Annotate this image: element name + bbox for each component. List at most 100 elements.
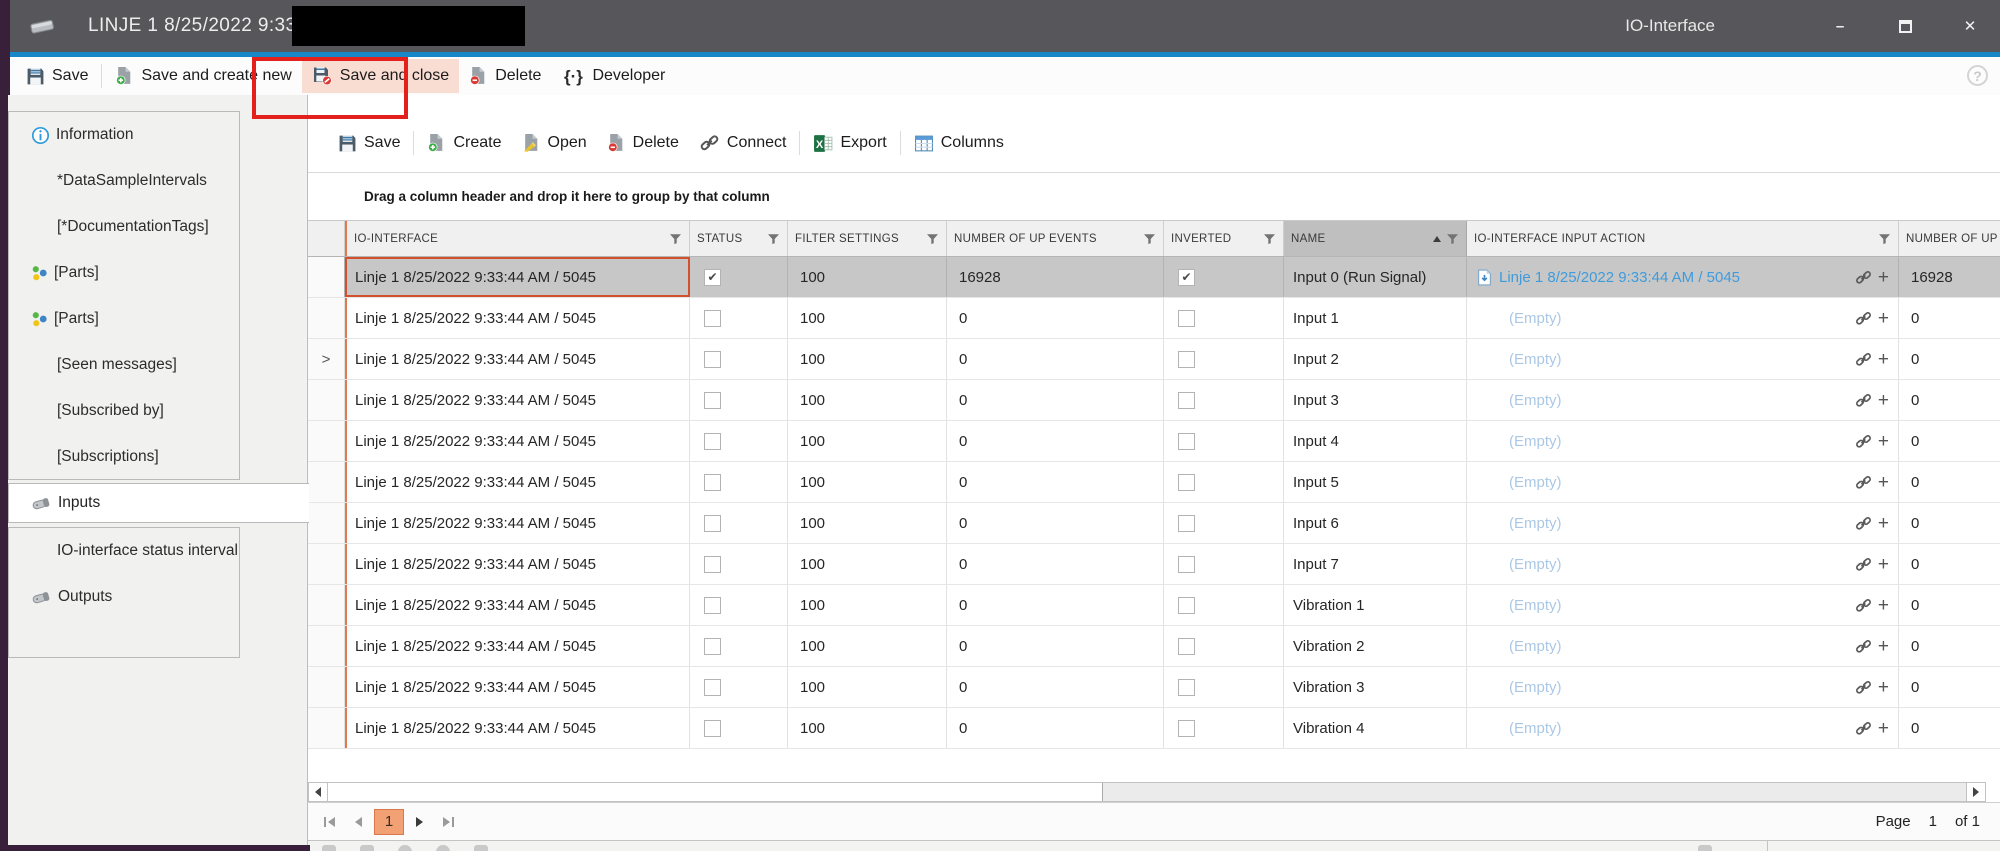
table-row[interactable]: Linje 1 8/25/2022 9:33:44 AM / 50451000I… <box>308 298 2000 339</box>
maximize-button[interactable] <box>1883 0 1927 52</box>
cell-io-interface[interactable]: Linje 1 8/25/2022 9:33:44 AM / 5045 <box>345 626 690 666</box>
column-header-inverted[interactable]: INVERTED <box>1164 221 1284 256</box>
inverted-checkbox[interactable] <box>1178 269 1195 286</box>
link-icon[interactable] <box>1855 474 1872 491</box>
sidebar-item--parts-[interactable]: [Parts] <box>9 250 239 296</box>
column-header-name[interactable]: NAME <box>1284 221 1467 256</box>
scroll-right-icon[interactable] <box>1966 783 1985 801</box>
inverted-checkbox[interactable] <box>1178 597 1195 614</box>
filter-icon[interactable] <box>1446 233 1459 245</box>
toolbar-button-save-and-create-new[interactable]: Save and create new <box>105 59 301 93</box>
link-icon[interactable] <box>1855 679 1872 696</box>
cell-io-interface[interactable]: Linje 1 8/25/2022 9:33:44 AM / 5045 <box>345 544 690 584</box>
link-icon[interactable] <box>1855 269 1872 286</box>
cell-io-interface[interactable]: Linje 1 8/25/2022 9:33:44 AM / 5045 <box>345 257 690 297</box>
add-icon[interactable]: + <box>1878 473 1889 492</box>
status-checkbox[interactable] <box>704 679 721 696</box>
sidebar-item--seen-messages-[interactable]: [Seen messages] <box>9 342 239 388</box>
status-checkbox[interactable] <box>704 269 721 286</box>
add-icon[interactable]: + <box>1878 268 1889 287</box>
inverted-checkbox[interactable] <box>1178 433 1195 450</box>
cell-io-interface[interactable]: Linje 1 8/25/2022 9:33:44 AM / 5045 <box>345 708 690 748</box>
filter-icon[interactable] <box>669 233 682 245</box>
sidebar-item--documentationtags-[interactable]: [*DocumentationTags] <box>9 204 239 250</box>
filter-icon[interactable] <box>1263 233 1276 245</box>
scrollbar-thumb[interactable] <box>328 783 1103 801</box>
sidebar-item--subscriptions-[interactable]: [Subscriptions] <box>9 434 239 480</box>
filter-icon[interactable] <box>1878 233 1891 245</box>
scroll-left-icon[interactable] <box>309 783 328 801</box>
table-row[interactable]: Linje 1 8/25/2022 9:33:44 AM / 50451000I… <box>308 462 2000 503</box>
sidebar-item-io-interface-status-interval[interactable]: IO-interface status interval <box>9 528 239 574</box>
toolbar-button-developer[interactable]: {·}Developer <box>551 59 675 93</box>
cell-io-interface[interactable]: Linje 1 8/25/2022 9:33:44 AM / 5045 <box>345 380 690 420</box>
status-checkbox[interactable] <box>704 392 721 409</box>
cell-io-interface[interactable]: Linje 1 8/25/2022 9:33:44 AM / 5045 <box>345 298 690 338</box>
last-page-button[interactable] <box>434 808 462 836</box>
minimize-button[interactable]: – <box>1818 0 1862 52</box>
add-icon[interactable]: + <box>1878 637 1889 656</box>
filter-icon[interactable] <box>926 233 939 245</box>
add-icon[interactable]: + <box>1878 432 1889 451</box>
link-icon[interactable] <box>1855 310 1872 327</box>
link-icon[interactable] <box>1855 392 1872 409</box>
table-row[interactable]: Linje 1 8/25/2022 9:33:44 AM / 50451000I… <box>308 380 2000 421</box>
status-checkbox[interactable] <box>704 474 721 491</box>
inverted-checkbox[interactable] <box>1178 720 1195 737</box>
filter-icon[interactable] <box>767 233 780 245</box>
grid-button-connect[interactable]: Connect <box>689 126 797 160</box>
cell-io-interface[interactable]: Linje 1 8/25/2022 9:33:44 AM / 5045 <box>345 585 690 625</box>
cell-io-interface[interactable]: Linje 1 8/25/2022 9:33:44 AM / 5045 <box>345 462 690 502</box>
inverted-checkbox[interactable] <box>1178 351 1195 368</box>
grid-button-save[interactable]: Save <box>328 126 410 160</box>
table-row[interactable]: Linje 1 8/25/2022 9:33:44 AM / 50451000V… <box>308 585 2000 626</box>
column-header-filter-settings[interactable]: FILTER SETTINGS <box>788 221 947 256</box>
inverted-checkbox[interactable] <box>1178 679 1195 696</box>
column-header-number-of-up-events[interactable]: NUMBER OF UP EVENTS <box>947 221 1164 256</box>
status-checkbox[interactable] <box>704 515 721 532</box>
status-checkbox[interactable] <box>704 351 721 368</box>
grid-button-delete[interactable]: Delete <box>597 126 689 160</box>
link-icon[interactable] <box>1855 433 1872 450</box>
toolbar-button-save-and-close[interactable]: Save and close <box>302 59 459 93</box>
horizontal-scrollbar[interactable] <box>308 782 1986 802</box>
first-page-button[interactable] <box>316 808 344 836</box>
close-button[interactable]: ✕ <box>1948 0 1992 52</box>
add-icon[interactable]: + <box>1878 514 1889 533</box>
sidebar-item-information[interactable]: Information <box>9 112 239 158</box>
table-row[interactable]: Linje 1 8/25/2022 9:33:44 AM / 504510016… <box>308 257 2000 298</box>
status-checkbox[interactable] <box>704 720 721 737</box>
link-icon[interactable] <box>1855 720 1872 737</box>
toolbar-button-delete[interactable]: Delete <box>459 59 551 93</box>
table-row[interactable]: Linje 1 8/25/2022 9:33:44 AM / 50451000V… <box>308 626 2000 667</box>
toolbar-button-save[interactable]: Save <box>16 59 98 93</box>
sidebar-item-outputs[interactable]: Outputs <box>9 574 239 620</box>
sidebar-item--datasampleintervals[interactable]: *DataSampleIntervals <box>9 158 239 204</box>
current-page[interactable]: 1 <box>374 809 404 835</box>
inverted-checkbox[interactable] <box>1178 310 1195 327</box>
inverted-checkbox[interactable] <box>1178 392 1195 409</box>
column-header-io-interface[interactable]: IO-INTERFACE <box>345 221 690 256</box>
add-icon[interactable]: + <box>1878 719 1889 738</box>
inverted-checkbox[interactable] <box>1178 638 1195 655</box>
grid-button-create[interactable]: Create <box>417 126 511 160</box>
inverted-checkbox[interactable] <box>1178 515 1195 532</box>
status-checkbox[interactable] <box>704 597 721 614</box>
status-checkbox[interactable] <box>704 638 721 655</box>
link-icon[interactable] <box>1855 351 1872 368</box>
link-icon[interactable] <box>1855 638 1872 655</box>
table-row[interactable]: Linje 1 8/25/2022 9:33:44 AM / 50451000I… <box>308 503 2000 544</box>
cell-io-interface[interactable]: Linje 1 8/25/2022 9:33:44 AM / 5045 <box>345 503 690 543</box>
link-icon[interactable] <box>1855 597 1872 614</box>
cell-io-interface[interactable]: Linje 1 8/25/2022 9:33:44 AM / 5045 <box>345 339 690 379</box>
inverted-checkbox[interactable] <box>1178 556 1195 573</box>
table-row[interactable]: >Linje 1 8/25/2022 9:33:44 AM / 50451000… <box>308 339 2000 380</box>
status-checkbox[interactable] <box>704 556 721 573</box>
column-header-io-interface-input-action[interactable]: IO-INTERFACE INPUT ACTION <box>1467 221 1899 256</box>
add-icon[interactable]: + <box>1878 596 1889 615</box>
prev-page-button[interactable] <box>344 808 372 836</box>
grid-button-open[interactable]: Open <box>512 126 597 160</box>
add-icon[interactable]: + <box>1878 350 1889 369</box>
help-icon[interactable]: ? <box>1967 65 1988 86</box>
add-icon[interactable]: + <box>1878 678 1889 697</box>
